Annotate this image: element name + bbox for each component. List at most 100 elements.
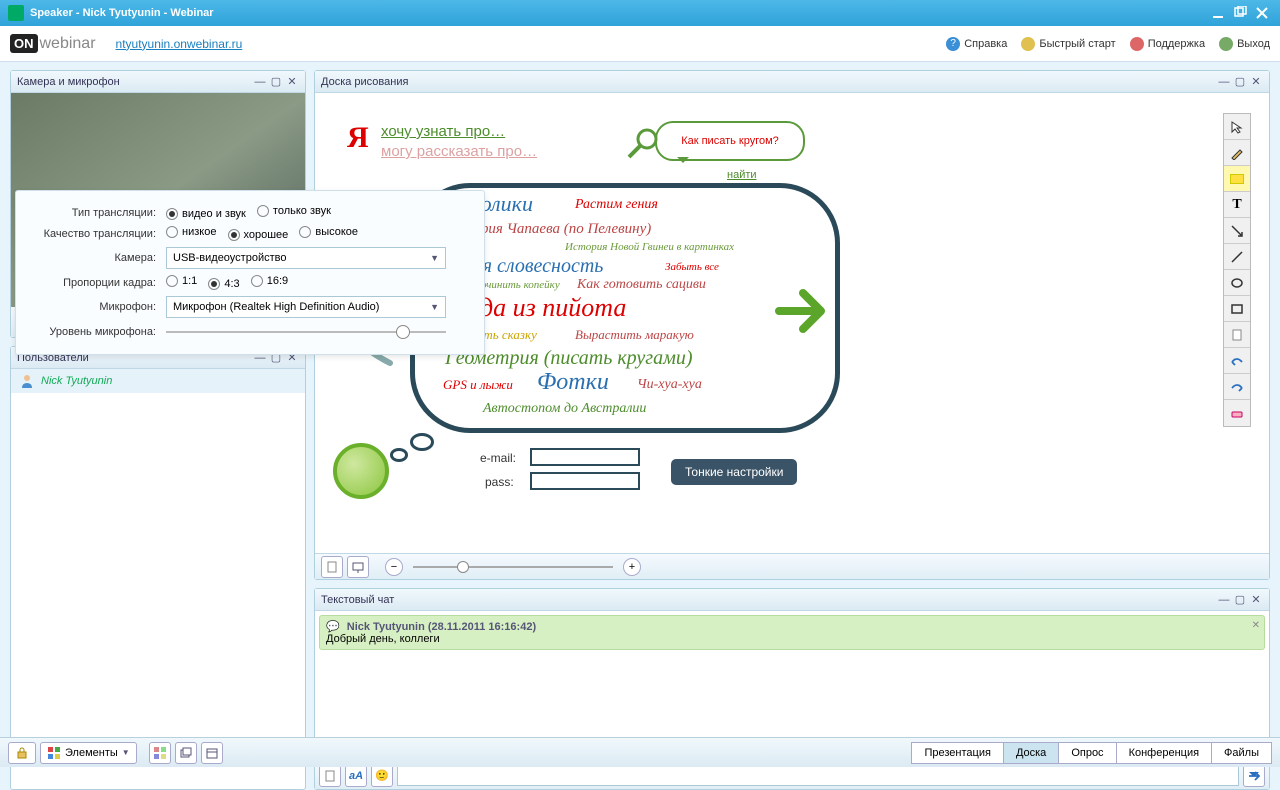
pass-input[interactable]: [530, 472, 640, 490]
room-url[interactable]: ntyutyunin.onwebinar.ru: [116, 37, 243, 51]
panel-close-icon[interactable]: ✕: [1249, 75, 1263, 89]
radio-aspect-43[interactable]: 4:3: [208, 278, 239, 290]
radio-audio-only[interactable]: только звук: [257, 205, 331, 217]
pass-label: pass:: [485, 475, 514, 489]
panel-minimize-icon[interactable]: —: [1217, 593, 1231, 607]
pointer-tool-icon[interactable]: [1224, 114, 1250, 140]
highlighter-tool-icon[interactable]: [1224, 166, 1250, 192]
send-button[interactable]: [1243, 765, 1265, 787]
windows-icon[interactable]: [175, 742, 197, 764]
camera-label: Камера:: [26, 247, 166, 269]
presentation-mode-icon[interactable]: [347, 556, 369, 578]
tag[interactable]: Фотки: [537, 369, 609, 396]
chevron-down-icon: ▼: [122, 748, 130, 757]
mic-select[interactable]: Микрофон (Realtek High Definition Audio)…: [166, 296, 446, 318]
text-tool-icon[interactable]: T: [1224, 192, 1250, 218]
pencil-tool-icon[interactable]: [1224, 140, 1250, 166]
tab-poll[interactable]: Опрос: [1058, 742, 1116, 764]
app-icon: [8, 5, 24, 21]
can-link[interactable]: могу рассказать про…: [381, 143, 537, 160]
radio-quality-low[interactable]: низкое: [166, 226, 216, 238]
smiley-icon: [333, 443, 389, 499]
emoji-icon[interactable]: 🙂: [371, 765, 393, 787]
support-button[interactable]: Поддержка: [1130, 37, 1205, 51]
tag[interactable]: GPS и лыжи: [443, 377, 513, 393]
ellipse-tool-icon[interactable]: [1224, 270, 1250, 296]
maximize-button[interactable]: [1230, 3, 1250, 23]
minimize-button[interactable]: [1208, 3, 1228, 23]
chat-panel-title: Текстовый чат — ▢ ✕: [315, 589, 1269, 611]
redo-icon[interactable]: [1224, 374, 1250, 400]
email-input[interactable]: [530, 448, 640, 466]
logout-button[interactable]: Выход: [1219, 37, 1270, 51]
tag[interactable]: Автостопом до Австралии: [483, 401, 646, 417]
lock-icon[interactable]: [8, 742, 36, 764]
radio-aspect-11[interactable]: 1:1: [166, 275, 197, 287]
tag[interactable]: Забыть все: [665, 261, 719, 273]
tab-board[interactable]: Доска: [1003, 742, 1059, 764]
panel-maximize-icon[interactable]: ▢: [1233, 75, 1247, 89]
panel-minimize-icon[interactable]: —: [253, 75, 267, 89]
tab-presentation[interactable]: Презентация: [911, 742, 1003, 764]
clear-page-icon[interactable]: [1224, 322, 1250, 348]
new-page-icon[interactable]: [321, 556, 343, 578]
panel-maximize-icon[interactable]: ▢: [1233, 593, 1247, 607]
tag[interactable]: Вырастить маракую: [575, 327, 694, 343]
eraser-tool-icon[interactable]: [1224, 400, 1250, 426]
chat-bubble-icon: 💬: [326, 621, 340, 633]
line-tool-icon[interactable]: [1224, 244, 1250, 270]
grid-icon[interactable]: [149, 742, 171, 764]
window-titlebar: Speaker - Nick Tyutyunin - Webinar: [0, 0, 1280, 26]
user-icon: [19, 373, 35, 389]
radio-aspect-169[interactable]: 16:9: [251, 275, 288, 287]
support-label: Поддержка: [1148, 38, 1205, 50]
want-link[interactable]: хочу узнать про…: [381, 123, 505, 140]
tab-conference[interactable]: Конференция: [1116, 742, 1212, 764]
tag[interactable]: Как готовить сациви: [577, 277, 706, 293]
message-close-icon[interactable]: ✕: [1252, 620, 1260, 631]
app-logo: ON webinar: [10, 34, 96, 53]
zoom-in-icon[interactable]: +: [623, 558, 641, 576]
ya-letter: Я: [347, 121, 369, 155]
zoom-slider[interactable]: [413, 561, 613, 573]
calendar-icon[interactable]: [201, 742, 223, 764]
header-bar: ON webinar ntyutyunin.onwebinar.ru ?Спра…: [0, 26, 1280, 62]
panel-close-icon[interactable]: ✕: [1249, 593, 1263, 607]
quickstart-button[interactable]: Быстрый старт: [1021, 37, 1115, 51]
quality-label: Качество трансляции:: [26, 226, 166, 241]
fine-settings-button[interactable]: Тонкие настройки: [671, 459, 797, 485]
camera-title-text: Камера и микрофон: [17, 76, 120, 88]
camera-select[interactable]: USB-видеоустройство▼: [166, 247, 446, 269]
mic-level-slider[interactable]: [166, 324, 446, 340]
arrow-tool-icon[interactable]: [1224, 218, 1250, 244]
elements-button[interactable]: Элементы ▼: [40, 742, 137, 764]
tag[interactable]: Растим гения: [575, 197, 658, 213]
tag[interactable]: Чи-хуа-хуа: [637, 377, 702, 393]
thought-dot: [390, 448, 408, 462]
find-link[interactable]: найти: [727, 169, 757, 181]
radio-quality-medium[interactable]: хорошее: [228, 229, 289, 241]
users-panel: Пользователи — ▢ ✕ Nick Tyutyunin: [10, 346, 306, 790]
font-style-icon[interactable]: aA: [345, 765, 367, 787]
chat-input[interactable]: [397, 766, 1239, 786]
tab-files[interactable]: Файлы: [1211, 742, 1272, 764]
panel-minimize-icon[interactable]: —: [1217, 75, 1231, 89]
radio-video-audio[interactable]: видео и звук: [166, 208, 246, 220]
logout-label: Выход: [1237, 38, 1270, 50]
panel-maximize-icon[interactable]: ▢: [269, 75, 283, 89]
user-row[interactable]: Nick Tyutyunin: [11, 369, 305, 393]
tag[interactable]: История Новой Гвинеи в картинках: [565, 241, 734, 253]
chat-message: 💬 Nick Tyutyunin (28.11.2011 16:16:42) ✕…: [319, 615, 1265, 650]
help-button[interactable]: ?Справка: [946, 37, 1007, 51]
rectangle-tool-icon[interactable]: [1224, 296, 1250, 322]
undo-icon[interactable]: [1224, 348, 1250, 374]
tag[interactable]: Починить копейку: [473, 279, 560, 291]
attach-file-icon[interactable]: [319, 765, 341, 787]
radio-quality-high[interactable]: высокое: [299, 226, 358, 238]
close-button[interactable]: [1252, 3, 1272, 23]
zoom-out-icon[interactable]: −: [385, 558, 403, 576]
panel-close-icon[interactable]: ✕: [285, 75, 299, 89]
broadcast-settings-popup: Тип трансляции: видео и звук только звук…: [15, 190, 485, 355]
camera-panel-title: Камера и микрофон — ▢ ✕: [11, 71, 305, 93]
broadcast-type-label: Тип трансляции:: [26, 205, 166, 220]
